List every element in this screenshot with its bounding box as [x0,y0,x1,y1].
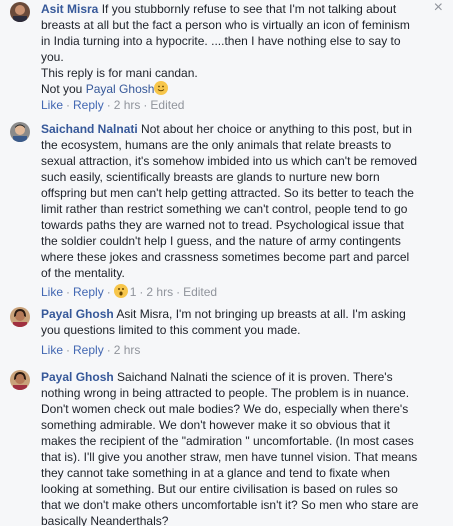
separator: · [176,285,181,299]
comment-body: Saichand Nalnati Not about her choice or… [41,121,441,137]
reply-link[interactable]: Reply [73,98,104,112]
comment-text-line: breasts at all but the fact a person who… [41,18,410,32]
comment-text-line: that is). I'll give you another straw, m… [41,450,418,464]
comment-text-line: nothing wrong in being attracted to peop… [41,386,410,400]
comment-text-line: in India turning into a hypocrite. ....t… [41,34,401,48]
comment-body: Asit Misra If you stubbornly refuse to s… [41,1,441,17]
avatar[interactable] [10,2,30,22]
comment-text-line: of the mentality. [41,266,125,280]
comment-actions: Like · Reply · 2 hrs [41,342,140,358]
separator: · [106,285,111,299]
comment-author[interactable]: Payal Ghosh [41,307,114,321]
separator: · [139,285,144,299]
comment-text-line: they cannot take something in at a glanc… [41,466,390,480]
wow-reaction-icon[interactable] [113,284,128,298]
comment-text-line: that we don't make others uncomfortable … [41,498,419,512]
like-link[interactable]: Like [41,98,63,112]
comment-text-line: If you stubbornly refuse to see that I'm… [101,2,397,16]
close-icon[interactable]: × [434,0,443,16]
mention-link[interactable]: Payal Ghosh [86,82,155,96]
like-link[interactable]: Like [41,285,63,299]
comment-body: Payal Ghosh Saichand Nalnati the science… [41,369,441,385]
comment-author[interactable]: Payal Ghosh [41,370,114,384]
edited-label[interactable]: Edited [183,285,217,299]
comment-text-line: the ecosystem, humans are the only anima… [41,138,392,152]
comment-text-line: Don't women check out male bodies? We do… [41,402,409,416]
comment-text-line: offspring but men can't help getting att… [41,186,414,200]
avatar[interactable] [10,122,30,142]
comment-actions: Like · Reply · 2 hrs · Edited [41,97,184,113]
timestamp[interactable]: 2 hrs [146,285,173,299]
like-link[interactable]: Like [41,343,63,357]
comment-body: Payal Ghosh Asit Misra, I'm not bringing… [41,306,441,322]
comment-text-line: towards paths they are warned not to tre… [41,218,404,232]
comment-text-line: such easily, scientifically breasts are … [41,170,380,184]
edited-label[interactable]: Edited [150,98,184,112]
comment-text-line: sexual attraction, it's somehow imbided … [41,154,418,168]
comment-text-line: This reply is for mani candan. [41,66,198,80]
timestamp[interactable]: 2 hrs [114,98,141,112]
comment-author[interactable]: Saichand Nalnati [41,122,138,136]
comment-text-line: Saichand Nalnati the science of it is pr… [117,370,393,384]
separator: · [66,285,71,299]
avatar[interactable] [10,307,30,327]
comment-text-line: something admirable. We don't however ma… [41,418,390,432]
comment-text-line: Not about her choice or anything to this… [141,122,412,136]
separator: · [106,98,111,112]
comment-text-line: looking at something. But our entire civ… [41,482,398,496]
comment-text-prefix: Not you [41,82,86,96]
comment-text-line: the soldier couldn't help I guess, and t… [41,234,401,248]
comment-text-line: where these jokes and crassness sometime… [41,250,410,264]
comment-text-line: Asit Misra, I'm not bringing up breasts … [116,307,406,321]
comment-actions: Like · Reply · 1 · 2 hrs · Edited [41,284,217,300]
separator: · [66,343,71,357]
comment-text-line: makes the recipient of the "admiration "… [41,434,414,448]
comment-author[interactable]: Asit Misra [41,2,98,16]
comment-text-line: you. [41,50,64,64]
avatar[interactable] [10,370,30,390]
comment-text-line: basically Neanderthals? [41,514,169,526]
separator: · [106,343,111,357]
separator: · [66,98,71,112]
comment-text-line: you questions limited to this comment yo… [41,323,301,337]
reply-link[interactable]: Reply [73,343,104,357]
timestamp[interactable]: 2 hrs [114,343,141,357]
comment-text-line: Not you Payal Ghosh [41,81,441,97]
reply-link[interactable]: Reply [73,285,104,299]
smile-emoji-icon [154,81,169,95]
separator: · [143,98,148,112]
comment-text-line: limit rather than restrict something we … [41,202,408,216]
